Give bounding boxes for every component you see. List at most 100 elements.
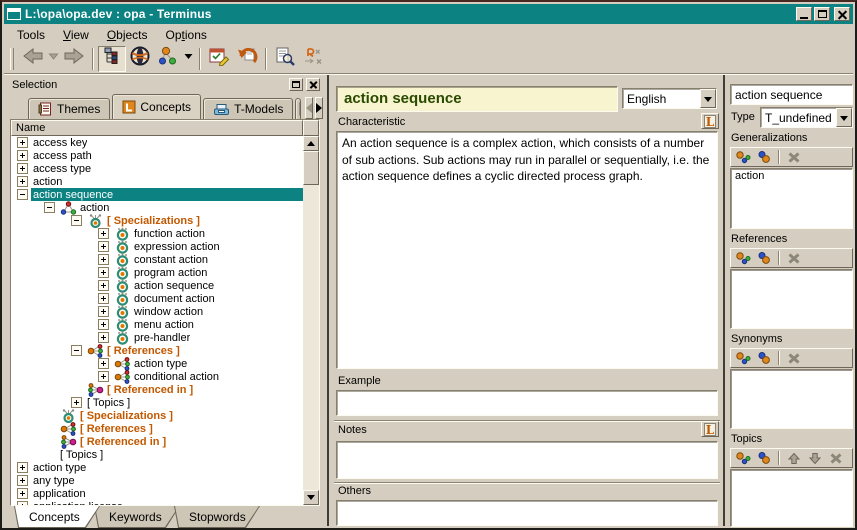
term-input[interactable] [730,84,853,105]
tree-item-specializations[interactable]: [ Specializations ] [11,214,303,227]
expand-toggle[interactable] [17,137,28,148]
bottom-tab-stopwords[interactable]: Stopwords [174,506,260,528]
scroll-up-button[interactable] [303,136,319,151]
tree-item-topics[interactable]: [ Topics ] [11,448,303,461]
expand-toggle[interactable] [44,202,55,213]
relations-dropdown-button[interactable] [182,46,195,72]
tree-item-access-key[interactable]: access key [11,136,303,149]
tree-item-any-type[interactable]: any type [11,474,303,487]
minimize-button[interactable] [796,7,812,21]
tree-item-action-sequence[interactable]: action sequence [11,279,303,292]
tree-item-application[interactable]: application [11,487,303,500]
tree-item-topics[interactable]: [ Topics ] [11,396,303,409]
expand-toggle[interactable] [17,488,28,499]
delete-item-button[interactable] [784,250,804,266]
expand-toggle[interactable] [71,345,82,356]
tree-item-references[interactable]: [ References ] [11,344,303,357]
link-item-button[interactable] [754,450,774,466]
expand-toggle[interactable] [98,228,109,239]
tree-item-access-type[interactable]: access type [11,162,303,175]
scroll-down-button[interactable] [303,490,319,505]
scrollbar-track[interactable] [303,185,319,490]
left-splitter[interactable] [327,75,329,526]
notes-language-button[interactable]: L [701,421,719,437]
characteristic-language-button[interactable]: L [701,113,719,129]
tab-scroll-left-button[interactable] [305,97,313,119]
link-item-button[interactable] [754,149,774,165]
tab-partial[interactable] [295,98,301,119]
tree-item-function-action[interactable]: function action [11,227,303,240]
tree-item-document-action[interactable]: document action [11,292,303,305]
generalizations-list[interactable]: action [730,168,853,229]
tab-concepts[interactable]: Concepts [112,94,201,119]
undo-button[interactable] [233,46,261,72]
toolbar-grip[interactable] [10,48,14,70]
tree-item-action-type[interactable]: action type [11,357,303,370]
back-button[interactable] [19,46,47,72]
menu-tools[interactable]: Tools [8,26,54,44]
edit-object-button[interactable] [205,46,233,72]
tree-item-referenced-in[interactable]: [ Referenced in ] [11,383,303,396]
forward-button[interactable] [60,46,88,72]
tree-item-specializations[interactable]: [ Specializations ] [11,409,303,422]
delete-item-button[interactable] [784,149,804,165]
notes-text[interactable] [336,441,718,479]
synonyms-list[interactable] [730,369,853,429]
expand-toggle[interactable] [98,306,109,317]
report-search-button[interactable] [271,46,299,72]
expand-toggle[interactable] [98,241,109,252]
menu-objects[interactable]: Objects [98,26,157,44]
right-splitter[interactable] [723,75,725,526]
add-item-button[interactable] [733,149,753,165]
references-list[interactable] [730,269,853,329]
expand-toggle[interactable] [98,358,109,369]
concept-sphere-button[interactable] [126,46,154,72]
tree-item-action-sequence[interactable]: action sequence [11,188,303,201]
expand-toggle[interactable] [17,163,28,174]
rename-button[interactable] [299,46,327,72]
close-button[interactable] [834,7,850,21]
back-history-dropdown-button[interactable] [47,46,60,72]
expand-toggle[interactable] [98,293,109,304]
characteristic-text[interactable]: An action sequence is a complex action, … [336,131,718,369]
tree-item-program-action[interactable]: program action [11,266,303,279]
section-splitter[interactable] [334,420,720,422]
tree-item-action[interactable]: action [11,175,303,188]
tree-item-access-path[interactable]: access path [11,149,303,162]
others-text[interactable] [336,500,718,526]
expand-toggle[interactable] [71,397,82,408]
tree-item-action-type[interactable]: action type [11,461,303,474]
add-item-button[interactable] [733,350,753,366]
tab-t-models[interactable]: T-Models [203,98,293,119]
dropdown-button[interactable] [836,108,852,127]
type-select[interactable]: T_undefined [760,107,853,128]
float-panel-button[interactable] [289,78,303,91]
menu-view[interactable]: View [54,26,98,44]
add-item-button[interactable] [733,450,753,466]
expand-toggle[interactable] [17,150,28,161]
tree-item-menu-action[interactable]: menu action [11,318,303,331]
expand-toggle[interactable] [17,176,28,187]
language-select[interactable]: English [622,88,717,109]
expand-toggle[interactable] [98,319,109,330]
expand-toggle[interactable] [17,475,28,486]
relations-button[interactable] [154,46,182,72]
tree-item-action[interactable]: action [11,201,303,214]
expand-toggle[interactable] [98,371,109,382]
name-column-header[interactable]: Name [11,120,303,136]
expand-toggle[interactable] [17,462,28,473]
expand-toggle[interactable] [98,254,109,265]
close-panel-button[interactable] [306,78,320,91]
tree-item-expression-action[interactable]: expression action [11,240,303,253]
expand-toggle[interactable] [71,215,82,226]
add-item-button[interactable] [733,250,753,266]
menu-options[interactable]: Options [157,26,216,44]
tree-item-referenced-in[interactable]: [ Referenced in ] [11,435,303,448]
bottom-tab-concepts[interactable]: Concepts [14,506,100,528]
tree-item-application-license[interactable]: application license [11,500,303,505]
expand-toggle[interactable] [17,189,28,200]
delete-item-button[interactable] [826,450,846,466]
link-item-button[interactable] [754,250,774,266]
tree-item-constant-action[interactable]: constant action [11,253,303,266]
tree-item-references[interactable]: [ References ] [11,422,303,435]
